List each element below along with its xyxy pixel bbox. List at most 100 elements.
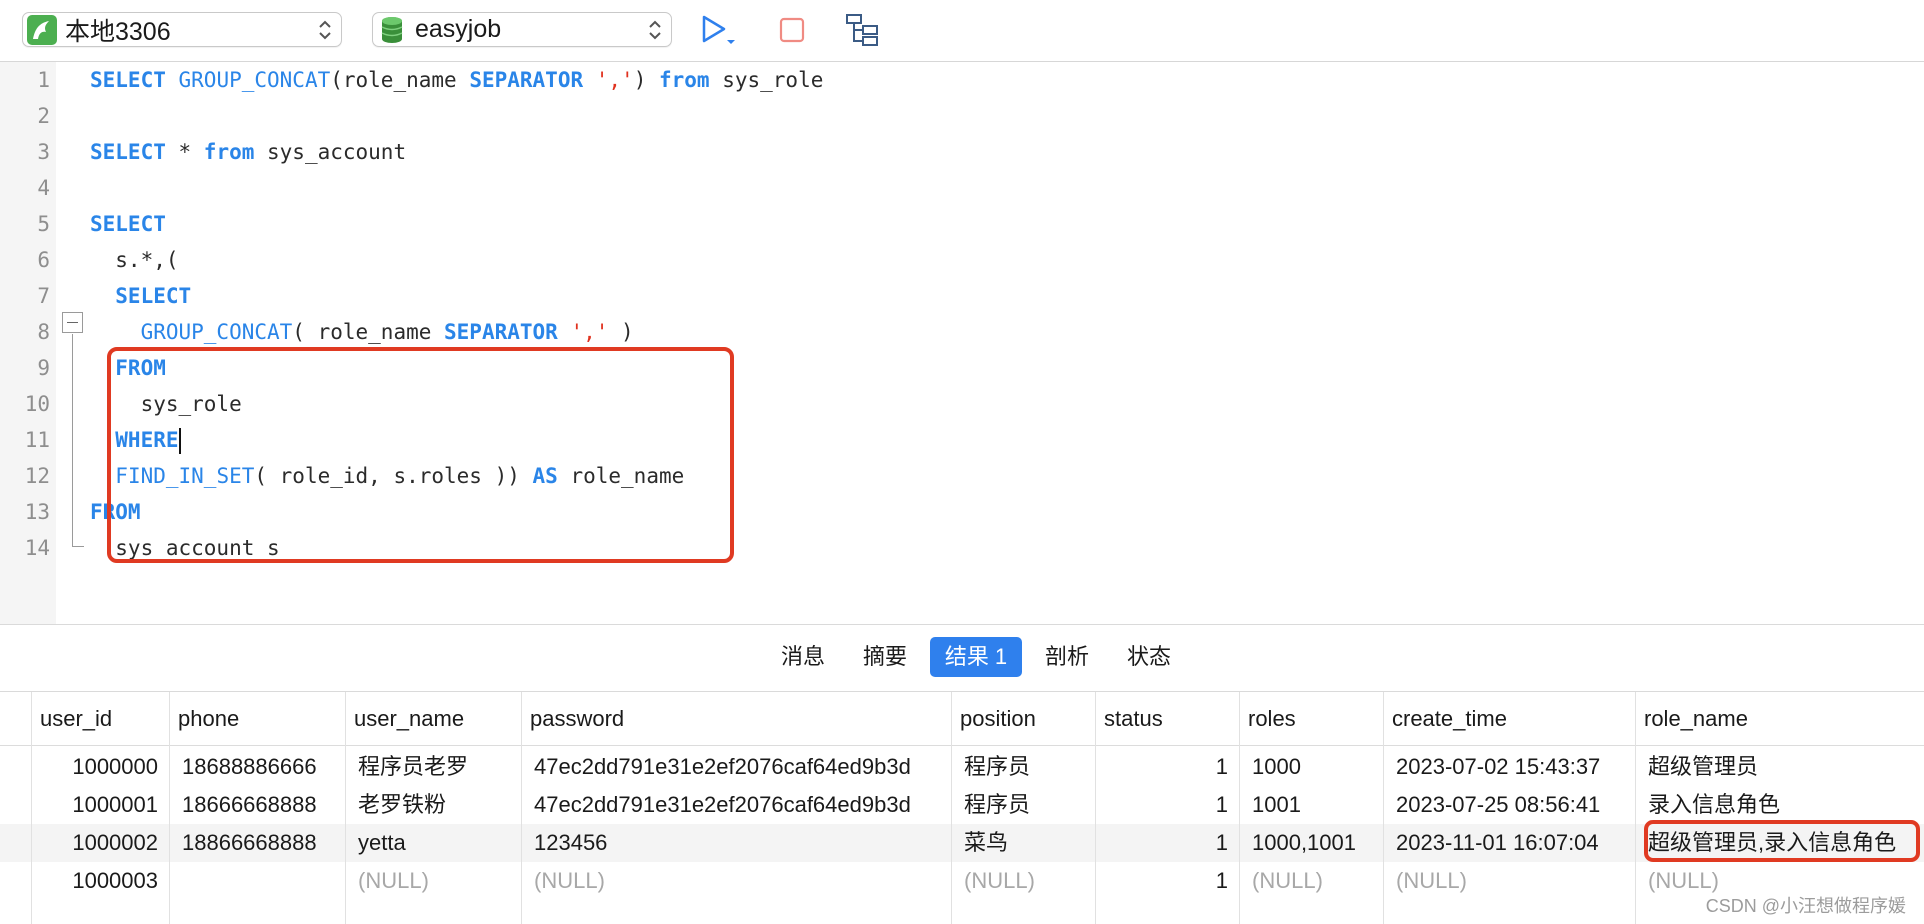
cell-create-time[interactable]: 2023-07-02 15:43:37	[1384, 748, 1636, 786]
sql-keyword: SELECT	[90, 140, 166, 164]
line-number: 14	[24, 536, 50, 560]
explain-button[interactable]	[840, 10, 884, 50]
column-divider[interactable]	[169, 692, 170, 924]
cell-phone[interactable]: 18666668888	[170, 786, 346, 824]
column-header-user-name[interactable]: user_name	[346, 692, 522, 746]
cell-status[interactable]: 1	[1096, 824, 1240, 862]
column-header-roles[interactable]: roles	[1240, 692, 1384, 746]
stop-icon	[779, 17, 805, 43]
chevron-updown-icon	[319, 20, 331, 40]
connection-name: 本地3306	[65, 17, 171, 46]
column-divider[interactable]	[951, 692, 952, 924]
column-header-status[interactable]: status	[1096, 692, 1240, 746]
cell-status[interactable]: 1	[1096, 748, 1240, 786]
cell-user-id[interactable]: 1000002	[32, 824, 170, 862]
tab-result-1[interactable]: 结果 1	[930, 637, 1022, 677]
stop-button[interactable]	[770, 10, 814, 50]
cell-phone[interactable]	[170, 862, 346, 900]
code-text: SELECT GROUP_CONCAT(role_name SEPARATOR …	[90, 62, 823, 98]
column-header-create-time[interactable]: create_time	[1384, 692, 1636, 746]
column-header-phone[interactable]: phone	[170, 692, 346, 746]
column-divider[interactable]	[1095, 692, 1096, 924]
fold-toggle-icon[interactable]	[62, 312, 83, 333]
column-header-password[interactable]: password	[522, 692, 952, 746]
cell-user-name[interactable]: 程序员老罗	[346, 748, 522, 786]
cell-roles[interactable]: (NULL)	[1240, 862, 1384, 900]
sql-text: *	[165, 140, 204, 164]
cell-create-time[interactable]: 2023-11-01 16:07:04	[1384, 824, 1636, 862]
sql-text: sys_role	[709, 68, 824, 92]
cell-password[interactable]: (NULL)	[522, 862, 952, 900]
tab-profile[interactable]: 剖析	[1034, 637, 1100, 677]
tab-status[interactable]: 状态	[1116, 637, 1182, 677]
line-number: 1	[37, 68, 50, 92]
cell-phone[interactable]: 18688886666	[170, 748, 346, 786]
column-header-role-name[interactable]: role_name	[1636, 692, 1924, 746]
line-number: 7	[37, 284, 50, 308]
role-name-highlight-annotation	[1644, 820, 1920, 862]
line-number: 2	[37, 104, 50, 128]
code-line: 6 s.*,(	[0, 242, 1924, 278]
line-number: 10	[24, 392, 50, 416]
column-divider[interactable]	[1635, 692, 1636, 924]
cell-user-name[interactable]: (NULL)	[346, 862, 522, 900]
cell-role-name[interactable]: 超级管理员	[1636, 748, 1924, 786]
run-icon	[702, 15, 735, 44]
sql-text: s.*,(	[90, 248, 179, 272]
code-line: 8 GROUP_CONCAT( role_name SEPARATOR ',' …	[0, 314, 1924, 350]
cell-create-time[interactable]: (NULL)	[1384, 862, 1636, 900]
sql-keyword: SELECT	[90, 212, 166, 236]
cell-roles[interactable]: 1000,1001	[1240, 824, 1384, 862]
cell-position[interactable]: 程序员	[952, 786, 1096, 824]
cell-user-id[interactable]: 1000001	[32, 786, 170, 824]
cell-phone[interactable]: 18866668888	[170, 824, 346, 862]
line-number: 12	[24, 464, 50, 488]
code-line: 2	[0, 98, 1924, 134]
cell-position[interactable]: 程序员	[952, 748, 1096, 786]
tab-messages[interactable]: 消息	[770, 637, 836, 677]
cell-password[interactable]: 47ec2dd791e31e2ef2076caf64ed9b3d	[522, 786, 952, 824]
code-text: GROUP_CONCAT( role_name SEPARATOR ',' )	[90, 314, 634, 350]
tab-summary[interactable]: 摘要	[852, 637, 918, 677]
sql-keyword: SEPARATOR	[444, 320, 558, 344]
column-divider[interactable]	[345, 692, 346, 924]
sql-text: ( role_name	[292, 320, 445, 344]
line-number: 11	[24, 428, 50, 452]
cell-roles[interactable]: 1000	[1240, 748, 1384, 786]
cell-user-id[interactable]: 1000003	[32, 862, 170, 900]
sql-keyword: SELECT	[90, 68, 166, 92]
sql-text: )	[608, 320, 634, 344]
cell-position[interactable]: (NULL)	[952, 862, 1096, 900]
column-divider[interactable]	[521, 692, 522, 924]
sql-string: ','	[570, 320, 609, 344]
cell-status[interactable]: 1	[1096, 862, 1240, 900]
sql-editor[interactable]: 1 SELECT GROUP_CONCAT(role_name SEPARATOR…	[0, 62, 1924, 624]
database-icon	[377, 15, 407, 45]
column-divider[interactable]	[31, 692, 32, 924]
column-header-user-id[interactable]: user_id	[32, 692, 170, 746]
column-divider[interactable]	[1239, 692, 1240, 924]
cell-user-name[interactable]: 老罗铁粉	[346, 786, 522, 824]
cell-password[interactable]: 123456	[522, 824, 952, 862]
cell-create-time[interactable]: 2023-07-25 08:56:41	[1384, 786, 1636, 824]
cell-roles[interactable]: 1001	[1240, 786, 1384, 824]
column-header-position[interactable]: position	[952, 692, 1096, 746]
connection-select[interactable]: 本地3306	[22, 12, 342, 47]
sql-text: sys_account	[254, 140, 407, 164]
line-number: 6	[37, 248, 50, 272]
line-number: 8	[37, 320, 50, 344]
column-divider[interactable]	[1383, 692, 1384, 924]
cell-role-name[interactable]: 录入信息角色	[1636, 786, 1924, 824]
code-line: 7 SELECT	[0, 278, 1924, 314]
run-button[interactable]	[694, 10, 738, 50]
cell-password[interactable]: 47ec2dd791e31e2ef2076caf64ed9b3d	[522, 748, 952, 786]
database-select[interactable]: easyjob	[372, 12, 672, 47]
line-number: 3	[37, 140, 50, 164]
cell-status[interactable]: 1	[1096, 786, 1240, 824]
cell-position[interactable]: 菜鸟	[952, 824, 1096, 862]
line-number: 4	[37, 176, 50, 200]
cell-user-name[interactable]: yetta	[346, 824, 522, 862]
cell-user-id[interactable]: 1000000	[32, 748, 170, 786]
